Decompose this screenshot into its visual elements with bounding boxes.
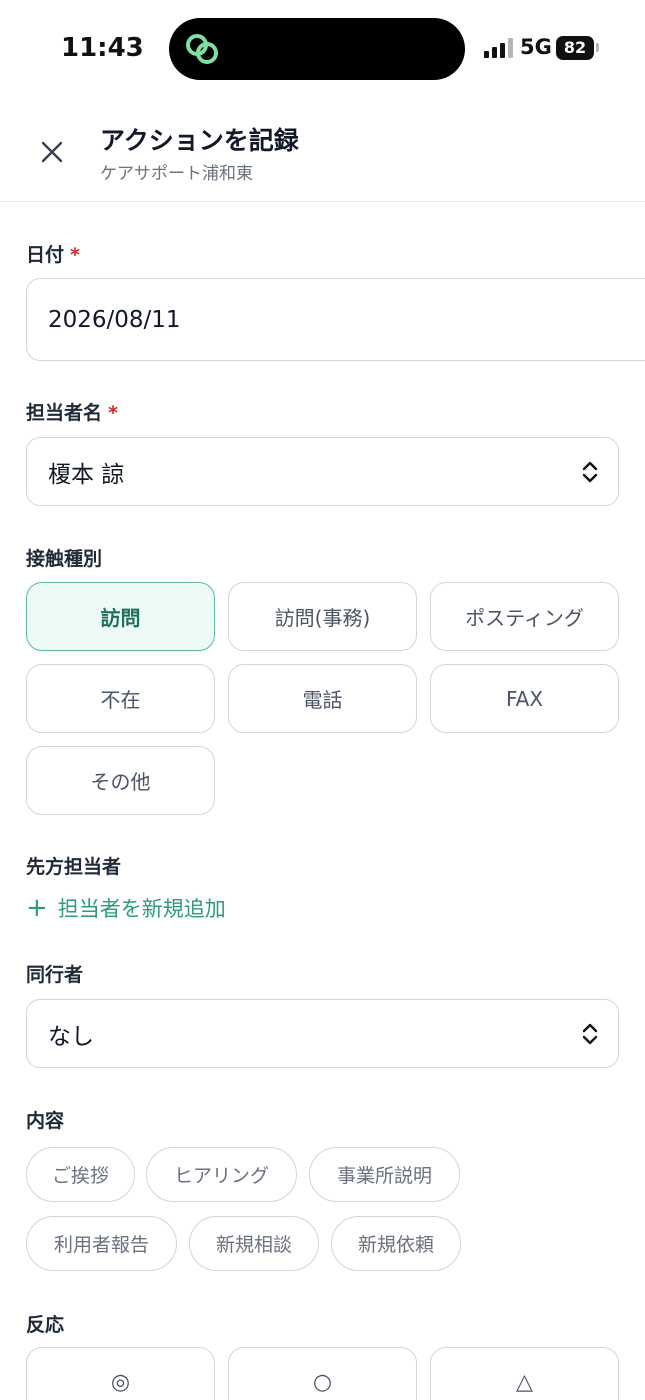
chevron-up-down-icon [582, 1023, 598, 1044]
required-mark: * [70, 244, 80, 266]
link-app-icon [186, 34, 218, 64]
reaction-excellent[interactable]: ◎ [26, 1347, 215, 1400]
content-tag-greeting[interactable]: ご挨拶 [26, 1147, 135, 1202]
contact-type-visit[interactable]: 訪問 [26, 582, 215, 651]
assignee-select[interactable]: 榎本 諒 [26, 437, 619, 506]
page-header: アクションを記録 ケアサポート浦和東 [0, 100, 645, 202]
counterpart-label: 先方担当者 [26, 856, 122, 878]
reaction-good[interactable]: ○ [228, 1347, 417, 1400]
status-bar: 11:43 5G 82 [0, 0, 645, 100]
contact-type-phone[interactable]: 電話 [228, 664, 417, 733]
battery-icon: 82 [556, 36, 594, 60]
close-button[interactable] [32, 132, 72, 172]
content-tag-new-request[interactable]: 新規依頼 [331, 1216, 461, 1271]
required-mark: * [108, 402, 118, 424]
close-icon [41, 141, 63, 163]
date-label: 日付 * [26, 244, 80, 266]
date-input[interactable]: 2026/08/11 [26, 278, 645, 361]
content-tag-office-explanation[interactable]: 事業所説明 [309, 1147, 460, 1202]
battery-tip [596, 43, 599, 52]
status-time: 11:43 [61, 33, 144, 63]
companion-label: 同行者 [26, 964, 84, 986]
content-tag-hearing[interactable]: ヒアリング [146, 1147, 297, 1202]
add-counterpart-link[interactable]: + 担当者を新規追加 [26, 893, 226, 923]
contact-type-posting[interactable]: ポスティング [430, 582, 619, 651]
add-counterpart-label: 担当者を新規追加 [57, 897, 226, 921]
plus-icon: + [26, 893, 48, 923]
contact-type-label: 接触種別 [26, 548, 103, 570]
reaction-fair[interactable]: △ [430, 1347, 619, 1400]
network-type: 5G [520, 35, 552, 59]
assignee-value: 榎本 諒 [48, 461, 125, 488]
contact-type-other[interactable]: その他 [26, 746, 215, 815]
content-tag-new-consultation[interactable]: 新規相談 [189, 1216, 319, 1271]
companion-select[interactable]: なし [26, 999, 619, 1068]
page-title: アクションを記録 [100, 126, 299, 155]
companion-value: なし [48, 1023, 94, 1050]
contact-type-visit-office[interactable]: 訪問(事務) [228, 582, 417, 651]
content-tag-user-report[interactable]: 利用者報告 [26, 1216, 177, 1271]
signal-icon [484, 38, 514, 58]
date-value: 2026/08/11 [48, 306, 181, 333]
chevron-up-down-icon [582, 461, 598, 482]
contact-type-fax[interactable]: FAX [430, 664, 619, 733]
reaction-label: 反応 [26, 1314, 65, 1336]
contact-type-absent[interactable]: 不在 [26, 664, 215, 733]
content-label: 内容 [26, 1110, 65, 1132]
assignee-label: 担当者名 * [26, 402, 118, 424]
page-subtitle: ケアサポート浦和東 [100, 164, 253, 184]
